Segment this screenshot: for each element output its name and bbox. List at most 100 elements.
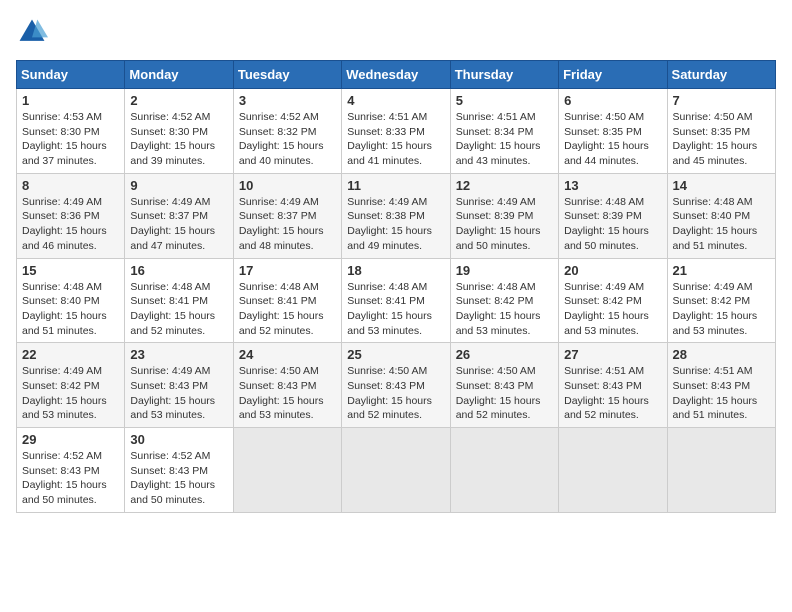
- day-number: 21: [673, 263, 770, 278]
- calendar-cell: [450, 428, 558, 513]
- day-number: 7: [673, 93, 770, 108]
- day-info: Sunrise: 4:50 AMSunset: 8:35 PMDaylight:…: [564, 110, 661, 169]
- calendar-cell: [559, 428, 667, 513]
- calendar: SundayMondayTuesdayWednesdayThursdayFrid…: [16, 60, 776, 513]
- day-number: 1: [22, 93, 119, 108]
- calendar-cell: 16 Sunrise: 4:48 AMSunset: 8:41 PMDayligh…: [125, 258, 233, 343]
- day-number: 24: [239, 347, 336, 362]
- calendar-cell: 4 Sunrise: 4:51 AMSunset: 8:33 PMDaylight…: [342, 89, 450, 174]
- day-info: Sunrise: 4:52 AMSunset: 8:32 PMDaylight:…: [239, 110, 336, 169]
- day-number: 29: [22, 432, 119, 447]
- calendar-cell: [342, 428, 450, 513]
- calendar-cell: 2Sunrise: 4:52 AMSunset: 8:30 PMDaylight…: [125, 89, 233, 174]
- logo: [16, 16, 52, 48]
- calendar-cell: 26 Sunrise: 4:50 AMSunset: 8:43 PMDayligh…: [450, 343, 558, 428]
- calendar-cell: 14 Sunrise: 4:48 AMSunset: 8:40 PMDayligh…: [667, 173, 775, 258]
- day-info: Sunrise: 4:50 AMSunset: 8:43 PMDaylight:…: [456, 364, 553, 423]
- day-number: 18: [347, 263, 444, 278]
- day-info: Sunrise: 4:49 AMSunset: 8:42 PMDaylight:…: [673, 280, 770, 339]
- logo-icon: [16, 16, 48, 48]
- day-info: Sunrise: 4:51 AMSunset: 8:34 PMDaylight:…: [456, 110, 553, 169]
- day-info: Sunrise: 4:51 AMSunset: 8:33 PMDaylight:…: [347, 110, 444, 169]
- day-number: 10: [239, 178, 336, 193]
- calendar-cell: 6 Sunrise: 4:50 AMSunset: 8:35 PMDaylight…: [559, 89, 667, 174]
- weekday-header-tuesday: Tuesday: [233, 61, 341, 89]
- day-info: Sunrise: 4:50 AMSunset: 8:35 PMDaylight:…: [673, 110, 770, 169]
- calendar-cell: 19Sunrise: 4:48 AMSunset: 8:42 PMDayligh…: [450, 258, 558, 343]
- calendar-cell: [667, 428, 775, 513]
- calendar-cell: 11 Sunrise: 4:49 AMSunset: 8:38 PMDayligh…: [342, 173, 450, 258]
- weekday-header-saturday: Saturday: [667, 61, 775, 89]
- day-number: 22: [22, 347, 119, 362]
- day-info: Sunrise: 4:48 AMSunset: 8:41 PMDaylight:…: [130, 280, 227, 339]
- week-row-4: 29 Sunrise: 4:52 AMSunset: 8:43 PMDayligh…: [17, 428, 776, 513]
- week-row-2: 15Sunrise: 4:48 AMSunset: 8:40 PMDayligh…: [17, 258, 776, 343]
- week-row-0: 1 Sunrise: 4:53 AMSunset: 8:30 PMDaylight…: [17, 89, 776, 174]
- calendar-cell: 10 Sunrise: 4:49 AMSunset: 8:37 PMDayligh…: [233, 173, 341, 258]
- day-info: Sunrise: 4:51 AMSunset: 8:43 PMDaylight:…: [564, 364, 661, 423]
- day-info: Sunrise: 4:48 AMSunset: 8:41 PMDaylight:…: [239, 280, 336, 339]
- calendar-cell: 23 Sunrise: 4:49 AMSunset: 8:43 PMDayligh…: [125, 343, 233, 428]
- weekday-header-sunday: Sunday: [17, 61, 125, 89]
- calendar-cell: 30 Sunrise: 4:52 AMSunset: 8:43 PMDayligh…: [125, 428, 233, 513]
- day-number: 6: [564, 93, 661, 108]
- calendar-cell: 29 Sunrise: 4:52 AMSunset: 8:43 PMDayligh…: [17, 428, 125, 513]
- calendar-cell: 5 Sunrise: 4:51 AMSunset: 8:34 PMDaylight…: [450, 89, 558, 174]
- calendar-cell: 22 Sunrise: 4:49 AMSunset: 8:42 PMDayligh…: [17, 343, 125, 428]
- day-info: Sunrise: 4:49 AMSunset: 8:43 PMDaylight:…: [130, 364, 227, 423]
- day-info: Sunrise: 4:49 AMSunset: 8:37 PMDaylight:…: [239, 195, 336, 254]
- calendar-cell: 28 Sunrise: 4:51 AMSunset: 8:43 PMDayligh…: [667, 343, 775, 428]
- day-info: Sunrise: 4:50 AMSunset: 8:43 PMDaylight:…: [239, 364, 336, 423]
- day-number: 9: [130, 178, 227, 193]
- calendar-cell: 18Sunrise: 4:48 AMSunset: 8:41 PMDayligh…: [342, 258, 450, 343]
- day-number: 28: [673, 347, 770, 362]
- day-info: Sunrise: 4:53 AMSunset: 8:30 PMDaylight:…: [22, 110, 119, 169]
- day-number: 19: [456, 263, 553, 278]
- day-number: 12: [456, 178, 553, 193]
- day-info: Sunrise: 4:52 AMSunset: 8:43 PMDaylight:…: [22, 449, 119, 508]
- week-row-3: 22 Sunrise: 4:49 AMSunset: 8:42 PMDayligh…: [17, 343, 776, 428]
- day-info: Sunrise: 4:49 AMSunset: 8:38 PMDaylight:…: [347, 195, 444, 254]
- calendar-cell: 20 Sunrise: 4:49 AMSunset: 8:42 PMDayligh…: [559, 258, 667, 343]
- calendar-cell: 9 Sunrise: 4:49 AMSunset: 8:37 PMDaylight…: [125, 173, 233, 258]
- day-number: 20: [564, 263, 661, 278]
- day-number: 2: [130, 93, 227, 108]
- calendar-cell: 27 Sunrise: 4:51 AMSunset: 8:43 PMDayligh…: [559, 343, 667, 428]
- day-info: Sunrise: 4:49 AMSunset: 8:39 PMDaylight:…: [456, 195, 553, 254]
- weekday-header-wednesday: Wednesday: [342, 61, 450, 89]
- calendar-cell: [233, 428, 341, 513]
- day-number: 5: [456, 93, 553, 108]
- weekday-header-thursday: Thursday: [450, 61, 558, 89]
- weekday-header-row: SundayMondayTuesdayWednesdayThursdayFrid…: [17, 61, 776, 89]
- day-number: 8: [22, 178, 119, 193]
- day-number: 17: [239, 263, 336, 278]
- calendar-cell: 3 Sunrise: 4:52 AMSunset: 8:32 PMDaylight…: [233, 89, 341, 174]
- day-info: Sunrise: 4:48 AMSunset: 8:39 PMDaylight:…: [564, 195, 661, 254]
- day-number: 23: [130, 347, 227, 362]
- day-number: 16: [130, 263, 227, 278]
- day-number: 30: [130, 432, 227, 447]
- day-number: 11: [347, 178, 444, 193]
- calendar-cell: 13Sunrise: 4:48 AMSunset: 8:39 PMDayligh…: [559, 173, 667, 258]
- day-info: Sunrise: 4:49 AMSunset: 8:42 PMDaylight:…: [22, 364, 119, 423]
- day-info: Sunrise: 4:49 AMSunset: 8:37 PMDaylight:…: [130, 195, 227, 254]
- day-info: Sunrise: 4:49 AMSunset: 8:42 PMDaylight:…: [564, 280, 661, 339]
- day-number: 4: [347, 93, 444, 108]
- day-info: Sunrise: 4:50 AMSunset: 8:43 PMDaylight:…: [347, 364, 444, 423]
- day-number: 3: [239, 93, 336, 108]
- week-row-1: 8Sunrise: 4:49 AMSunset: 8:36 PMDaylight…: [17, 173, 776, 258]
- weekday-header-monday: Monday: [125, 61, 233, 89]
- day-info: Sunrise: 4:48 AMSunset: 8:40 PMDaylight:…: [673, 195, 770, 254]
- calendar-cell: 17 Sunrise: 4:48 AMSunset: 8:41 PMDayligh…: [233, 258, 341, 343]
- day-info: Sunrise: 4:52 AMSunset: 8:43 PMDaylight:…: [130, 449, 227, 508]
- day-number: 27: [564, 347, 661, 362]
- calendar-cell: 7 Sunrise: 4:50 AMSunset: 8:35 PMDaylight…: [667, 89, 775, 174]
- calendar-cell: 12 Sunrise: 4:49 AMSunset: 8:39 PMDayligh…: [450, 173, 558, 258]
- calendar-cell: 15Sunrise: 4:48 AMSunset: 8:40 PMDayligh…: [17, 258, 125, 343]
- day-number: 26: [456, 347, 553, 362]
- day-number: 14: [673, 178, 770, 193]
- weekday-header-friday: Friday: [559, 61, 667, 89]
- calendar-cell: 25Sunrise: 4:50 AMSunset: 8:43 PMDayligh…: [342, 343, 450, 428]
- calendar-cell: 8Sunrise: 4:49 AMSunset: 8:36 PMDaylight…: [17, 173, 125, 258]
- day-info: Sunrise: 4:51 AMSunset: 8:43 PMDaylight:…: [673, 364, 770, 423]
